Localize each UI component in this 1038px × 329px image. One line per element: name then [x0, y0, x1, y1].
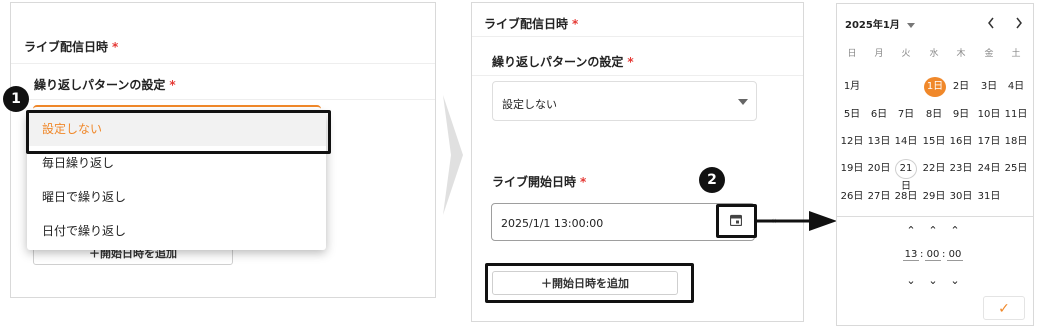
- chevron-left-icon[interactable]: [987, 17, 995, 29]
- step-badge-1: 1: [3, 86, 29, 112]
- live-schedule-label: ライブ配信日時 *: [484, 17, 579, 31]
- calendar-day[interactable]: 3日: [976, 77, 1002, 97]
- calendar-day[interactable]: 20日: [866, 159, 892, 179]
- hour-up-icon[interactable]: ⌃: [904, 224, 918, 237]
- arrow-right-icon: [757, 211, 837, 231]
- start-datetime-value: 2025/1/1 13:00:00: [501, 217, 604, 230]
- weekday-header: 月: [874, 49, 884, 59]
- calendar-day[interactable]: 2日: [948, 77, 974, 97]
- hour-value[interactable]: 13: [903, 249, 919, 261]
- calendar-day[interactable]: 16日: [948, 132, 974, 152]
- calendar-day[interactable]: 9日: [948, 105, 974, 125]
- calendar-day[interactable]: 29日: [921, 187, 947, 207]
- calendar-day[interactable]: 13日: [866, 132, 892, 152]
- live-start-label: ライブ開始日時 *: [492, 175, 587, 189]
- caret-down-icon: [907, 22, 916, 28]
- minute-up-icon[interactable]: ⌃: [926, 224, 940, 237]
- weekday-header: 金: [984, 49, 994, 59]
- step-badge-2: 2: [699, 167, 725, 193]
- calendar-day[interactable]: 7日: [893, 105, 919, 125]
- calendar-day[interactable]: 15日: [921, 132, 947, 152]
- calendar-day[interactable]: 30日: [948, 187, 974, 207]
- divider: [11, 99, 435, 100]
- option-date[interactable]: 日付で繰り返し: [27, 214, 326, 248]
- calendar-day[interactable]: 12日: [839, 132, 865, 152]
- calendar-day[interactable]: 25日: [1003, 159, 1029, 179]
- calendar-day[interactable]: 23日: [948, 159, 974, 179]
- live-schedule-label: ライブ配信日時 *: [24, 40, 119, 54]
- option-weekday[interactable]: 曜日で繰り返し: [27, 180, 326, 214]
- calendar-day[interactable]: 4日: [1003, 77, 1029, 97]
- datetime-picker-popup: 2025年1月 日 月 火 水 木 金 土 1月 1日 2日 3日 4日 5日 6日 7日 8日 9日 10日 11…: [836, 3, 1034, 326]
- weekday-header: 日: [847, 49, 857, 59]
- calendar-day[interactable]: 17日: [976, 132, 1002, 152]
- month-year-selector[interactable]: 2025年1月: [845, 16, 916, 31]
- weekday-header: 火: [901, 49, 911, 59]
- second-up-icon[interactable]: ⌃: [948, 224, 962, 237]
- calendar-day[interactable]: 11日: [1003, 105, 1029, 125]
- weekday-header: 木: [956, 49, 966, 59]
- calendar-day[interactable]: 6日: [866, 105, 892, 125]
- check-icon: ✓: [998, 301, 1010, 317]
- calendar-day[interactable]: 14日: [893, 132, 919, 152]
- time-separator: :: [920, 249, 924, 260]
- chevron-right-icon: [443, 95, 463, 215]
- highlight-add-button: [485, 263, 694, 303]
- calendar-day[interactable]: 31日: [976, 187, 1002, 207]
- calendar-day[interactable]: 19日: [839, 159, 865, 179]
- divider: [837, 216, 1033, 217]
- repeat-pattern-label: 繰り返しパターンの設定 *: [492, 55, 634, 69]
- highlight-calendar-button: [716, 204, 757, 238]
- second-value[interactable]: 00: [947, 249, 963, 261]
- calendar-day[interactable]: 18日: [1003, 132, 1029, 152]
- minute-value[interactable]: 00: [925, 249, 941, 261]
- calendar-day[interactable]: 22日: [921, 159, 947, 179]
- second-down-icon[interactable]: ⌄: [948, 274, 962, 287]
- divider: [472, 36, 803, 37]
- divider: [472, 75, 803, 76]
- hour-down-icon[interactable]: ⌄: [904, 274, 918, 287]
- minute-down-icon[interactable]: ⌄: [926, 274, 940, 287]
- calendar-day[interactable]: 1日: [924, 77, 946, 97]
- caret-down-icon: [738, 99, 748, 105]
- calendar-day[interactable]: 26日: [839, 187, 865, 207]
- repeat-pattern-select[interactable]: 設定しない: [492, 81, 757, 121]
- calendar-day[interactable]: 24日: [976, 159, 1002, 179]
- month-marker: 1月: [843, 81, 861, 92]
- calendar-day[interactable]: 8日: [921, 105, 947, 125]
- calendar-day[interactable]: 21日: [895, 159, 917, 192]
- repeat-pattern-label: 繰り返しパターンの設定 *: [34, 78, 176, 92]
- chevron-right-icon[interactable]: [1015, 17, 1023, 29]
- calendar-day[interactable]: 27日: [866, 187, 892, 207]
- weekday-header: 水: [929, 49, 939, 59]
- calendar-day[interactable]: 5日: [839, 105, 865, 125]
- divider: [11, 63, 435, 64]
- weekday-header: 土: [1011, 49, 1021, 59]
- calendar-day[interactable]: 28日: [893, 187, 919, 207]
- confirm-button[interactable]: ✓: [983, 296, 1025, 320]
- calendar-day[interactable]: 10日: [976, 105, 1002, 125]
- time-separator: :: [942, 249, 946, 260]
- highlight-selected-option: [26, 110, 331, 154]
- repeat-select-value: 設定しない: [502, 98, 557, 111]
